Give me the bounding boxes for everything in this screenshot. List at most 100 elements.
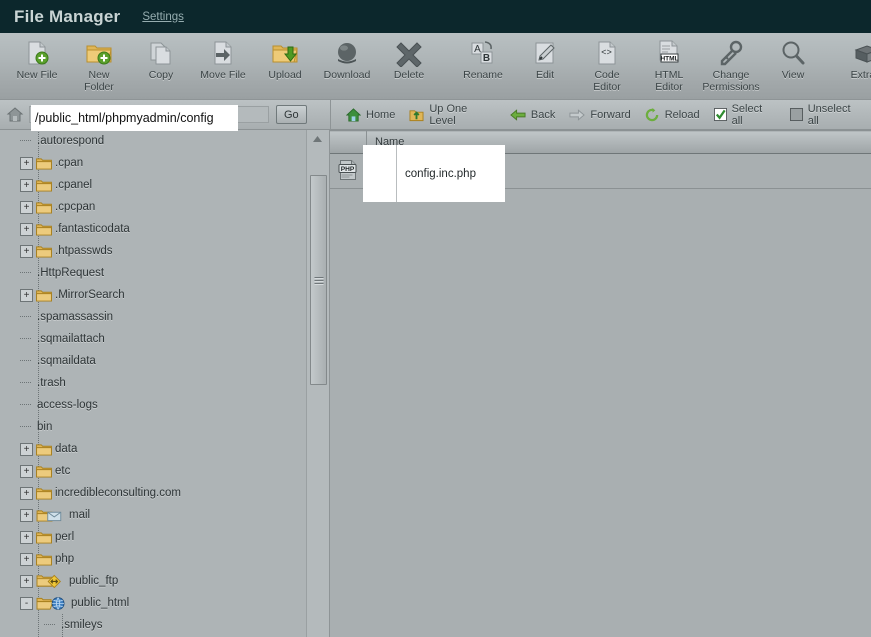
expand-icon[interactable]: + bbox=[20, 245, 33, 258]
tree-item-label: incredibleconsulting.com bbox=[55, 487, 181, 499]
toolbar-button-html-editor[interactable]: HTMLHTML Editor bbox=[638, 39, 700, 93]
nav-button-home[interactable]: Home bbox=[339, 108, 402, 122]
tree-item[interactable]: access-logs bbox=[0, 394, 307, 416]
expand-icon[interactable]: + bbox=[20, 465, 33, 478]
tree-item[interactable]: bin bbox=[0, 416, 307, 438]
tree-item[interactable]: + etc bbox=[0, 460, 307, 482]
tree-item[interactable]: .spamassassin bbox=[0, 306, 307, 328]
toolbar-button-move-file[interactable]: Move File bbox=[192, 39, 254, 82]
tree-item[interactable]: + data bbox=[0, 438, 307, 460]
change-permissions-icon bbox=[717, 39, 745, 67]
toolbar-button-label: Extract bbox=[851, 70, 871, 82]
toolbar-button-rename[interactable]: A B Rename bbox=[452, 39, 514, 82]
expand-icon[interactable]: + bbox=[20, 553, 33, 566]
file-name-overlay-inner: config.inc.php bbox=[396, 145, 505, 202]
expand-icon[interactable]: + bbox=[20, 157, 33, 170]
title-bar: File Manager Settings bbox=[0, 0, 871, 33]
folder-mail-icon bbox=[36, 509, 66, 522]
tree-item[interactable]: + .cpan bbox=[0, 152, 307, 174]
nav-button-label: Select all bbox=[732, 103, 776, 127]
folder-icon bbox=[36, 289, 52, 302]
tree-item[interactable]: + mail bbox=[0, 504, 307, 526]
tree-item[interactable]: .trash bbox=[0, 372, 307, 394]
expand-icon[interactable]: + bbox=[20, 487, 33, 500]
copy-icon bbox=[147, 39, 175, 67]
nav-button-unselect-all[interactable]: Unselect all bbox=[783, 103, 871, 127]
tree-item-label: .HttpRequest bbox=[37, 267, 104, 279]
settings-link[interactable]: Settings bbox=[142, 11, 184, 23]
toolbar-button-code-editor[interactable]: <>Code Editor bbox=[576, 39, 638, 93]
expand-icon[interactable]: + bbox=[20, 443, 33, 456]
folder-icon bbox=[36, 223, 52, 236]
expand-icon[interactable]: + bbox=[20, 289, 33, 302]
tree-item[interactable]: + .cpanel bbox=[0, 174, 307, 196]
toolbar-button-change-permissions[interactable]: Change Permissions bbox=[700, 39, 762, 93]
toolbar-button-extract[interactable]: Extract bbox=[836, 39, 871, 82]
toolbar-button-new-file[interactable]: New File bbox=[6, 39, 68, 82]
toolbar-button-copy[interactable]: Copy bbox=[130, 39, 192, 82]
toolbar-button-label: Change Permissions bbox=[702, 70, 759, 93]
tree-item[interactable]: + .MirrorSearch bbox=[0, 284, 307, 306]
back-arrow-icon bbox=[510, 109, 526, 121]
toolbar-button-label: HTML Editor bbox=[643, 70, 695, 93]
nav-button-forward[interactable]: Forward bbox=[562, 109, 637, 121]
tree-scrollbar-thumb[interactable] bbox=[310, 175, 327, 385]
expand-icon[interactable]: + bbox=[20, 531, 33, 544]
folder-icon bbox=[36, 245, 52, 258]
tree-item-label: .trash bbox=[37, 377, 66, 389]
nav-button-reload[interactable]: Reload bbox=[638, 108, 707, 122]
expand-icon[interactable]: + bbox=[20, 223, 33, 236]
tree-item-label: .sqmailattach bbox=[37, 333, 105, 345]
file-name-overlay[interactable]: config.inc.php bbox=[363, 145, 505, 202]
tree-item[interactable]: + incredibleconsulting.com bbox=[0, 482, 307, 504]
tree-item[interactable]: + perl bbox=[0, 526, 307, 548]
code-editor-icon: <> bbox=[593, 39, 621, 67]
tree-item-label: etc bbox=[55, 465, 70, 477]
toolbar-button-edit[interactable]: Edit bbox=[514, 39, 576, 82]
scroll-up-arrow[interactable] bbox=[307, 130, 327, 147]
tree-item[interactable]: .HttpRequest bbox=[0, 262, 307, 284]
folder-icon bbox=[36, 465, 52, 478]
svg-text:B: B bbox=[483, 53, 490, 64]
path-input-overlay-text: /public_html/phpmyadmin/config bbox=[35, 111, 214, 125]
go-button[interactable]: Go bbox=[276, 105, 307, 124]
toolbar-button-download[interactable]: Download bbox=[316, 39, 378, 82]
column-header-icon[interactable] bbox=[330, 131, 367, 154]
expand-icon[interactable]: + bbox=[20, 509, 33, 522]
extract-icon bbox=[853, 39, 871, 67]
tree-item[interactable]: .sqmaildata bbox=[0, 350, 307, 372]
tree-item[interactable]: .sqmailattach bbox=[0, 328, 307, 350]
tree-item[interactable]: - public_html bbox=[0, 592, 307, 614]
tree-item[interactable]: + php bbox=[0, 548, 307, 570]
toolbar-button-delete[interactable]: Delete bbox=[378, 39, 440, 82]
toolbar-button-new-folder[interactable]: New Folder bbox=[68, 39, 130, 93]
tree-item[interactable]: + .cpcpan bbox=[0, 196, 307, 218]
path-input-overlay[interactable]: /public_html/phpmyadmin/config bbox=[31, 105, 238, 131]
expand-icon[interactable]: + bbox=[20, 201, 33, 214]
tree-connector bbox=[20, 360, 31, 362]
folder-icon bbox=[36, 553, 52, 566]
nav-button-back[interactable]: Back bbox=[503, 109, 562, 121]
tree-connector bbox=[20, 272, 31, 274]
new-file-icon bbox=[23, 39, 51, 67]
tree-item[interactable]: + public_ftp bbox=[0, 570, 307, 592]
expand-icon[interactable]: + bbox=[20, 575, 33, 588]
content-area: .autorespond+ .cpan+ .cpanel+ .cpcpan+ .… bbox=[0, 130, 871, 637]
expand-icon[interactable]: + bbox=[20, 179, 33, 192]
reload-icon bbox=[645, 108, 660, 122]
tree-item-label: .spamassassin bbox=[37, 311, 113, 323]
toolbar-button-view[interactable]: View bbox=[762, 39, 824, 82]
folder-icon bbox=[36, 443, 52, 456]
tree-scrollbar[interactable] bbox=[306, 130, 329, 637]
tree-item[interactable]: .smileys bbox=[0, 614, 307, 636]
view-icon bbox=[779, 39, 807, 67]
tree-item[interactable]: + .fantasticodata bbox=[0, 218, 307, 240]
tree-item[interactable]: + .htpasswds bbox=[0, 240, 307, 262]
nav-button-up-one-level[interactable]: Up One Level bbox=[402, 103, 503, 127]
nav-button-select-all[interactable]: Select all bbox=[707, 103, 783, 127]
upload-icon bbox=[271, 39, 299, 67]
tree-item[interactable]: .autorespond bbox=[0, 130, 307, 152]
toolbar-button-upload[interactable]: Upload bbox=[254, 39, 316, 82]
toolbar-button-label: Edit bbox=[536, 70, 554, 82]
collapse-icon[interactable]: - bbox=[20, 597, 33, 610]
